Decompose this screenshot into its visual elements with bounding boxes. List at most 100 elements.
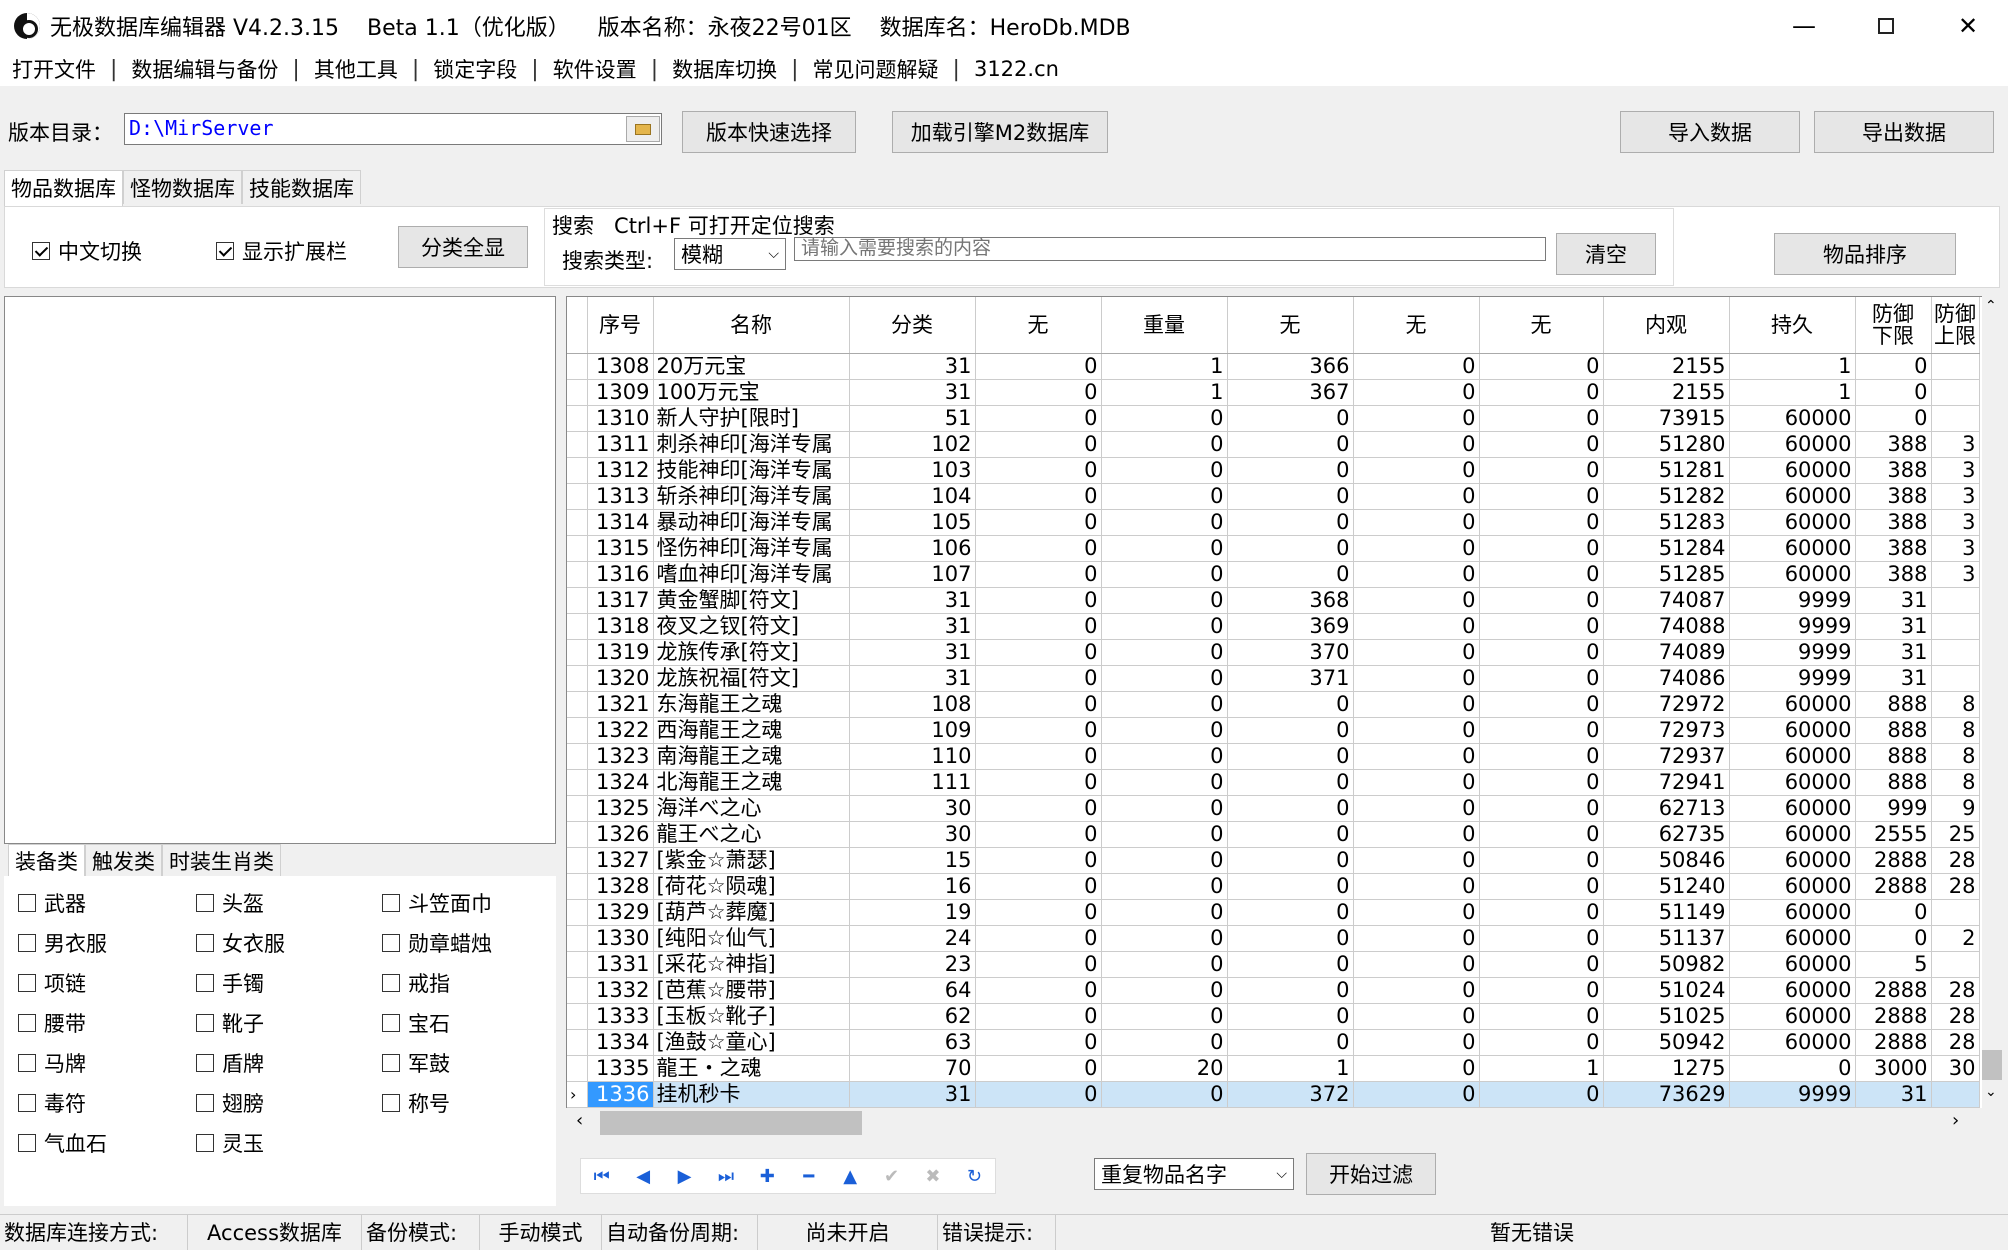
table-cell[interactable]: 0 <box>975 613 1102 640</box>
table-cell[interactable]: [紫金☆萧瑟] <box>653 847 850 874</box>
table-cell[interactable]: 0 <box>1479 457 1604 484</box>
table-cell[interactable]: 0 <box>1479 1029 1604 1056</box>
table-cell[interactable]: 0 <box>1353 899 1480 926</box>
table-cell[interactable]: 51282 <box>1603 483 1730 510</box>
table-cell[interactable]: 0 <box>1227 743 1354 770</box>
table-cell[interactable] <box>1931 899 1980 926</box>
table-cell[interactable]: 0 <box>975 353 1102 380</box>
table-cell[interactable]: 72973 <box>1603 717 1730 744</box>
table-cell[interactable]: 0 <box>975 795 1102 822</box>
table-cell[interactable]: 51281 <box>1603 457 1730 484</box>
table-cell[interactable]: 0 <box>1101 977 1228 1004</box>
category-checkbox[interactable]: 军鼓 <box>382 1048 450 1078</box>
column-header[interactable]: 序号 <box>587 297 654 354</box>
table-cell[interactable]: 3 <box>1931 457 1980 484</box>
table-cell[interactable]: 60000 <box>1729 535 1856 562</box>
category-checkbox[interactable]: 男衣服 <box>18 928 107 958</box>
table-cell[interactable]: 刺杀神印[海洋专属 <box>653 431 850 458</box>
table-cell[interactable]: 63 <box>849 1029 976 1056</box>
table-cell[interactable]: 60000 <box>1729 1029 1856 1056</box>
table-cell[interactable]: 0 <box>1855 405 1932 432</box>
table-row[interactable]: 1322 西海龍王之魂 109 0 0 0 0 0 72973 60000 888 8 <box>567 717 1980 744</box>
grid-vertical-scrollbar[interactable]: ⌃ ⌄ <box>1982 296 2002 1108</box>
category-checkbox[interactable]: 盾牌 <box>196 1048 264 1078</box>
table-cell[interactable]: 0 <box>1101 873 1228 900</box>
table-cell[interactable]: 51284 <box>1603 535 1730 562</box>
table-cell[interactable]: 0 <box>1479 665 1604 692</box>
table-cell[interactable]: 0 <box>975 1029 1102 1056</box>
table-cell[interactable]: 51 <box>849 405 976 432</box>
menu-website-link[interactable]: 3122.cn <box>970 57 1063 81</box>
table-cell[interactable]: 51285 <box>1603 561 1730 588</box>
category-checkbox[interactable]: 灵玉 <box>196 1128 264 1158</box>
table-cell[interactable]: 0 <box>1353 951 1480 978</box>
table-cell[interactable]: 51240 <box>1603 873 1730 900</box>
column-header[interactable]: 内观 <box>1603 297 1730 354</box>
column-header[interactable]: 无 <box>1353 297 1480 354</box>
table-cell[interactable]: 8 <box>1931 691 1980 718</box>
table-cell[interactable]: 0 <box>1101 405 1228 432</box>
table-cell[interactable]: 0 <box>1227 405 1354 432</box>
table-cell[interactable]: 60000 <box>1729 977 1856 1004</box>
table-cell[interactable]: 888 <box>1855 691 1932 718</box>
table-cell[interactable]: 106 <box>849 535 976 562</box>
panel-splitter[interactable] <box>556 296 564 1206</box>
table-cell[interactable]: 3 <box>1931 483 1980 510</box>
table-cell[interactable]: 60000 <box>1729 743 1856 770</box>
column-header[interactable]: 名称 <box>653 297 850 354</box>
table-cell[interactable]: 西海龍王之魂 <box>653 717 850 744</box>
table-cell[interactable]: 50982 <box>1603 951 1730 978</box>
table-cell[interactable]: 1330 <box>587 925 654 952</box>
table-cell[interactable]: 31 <box>849 665 976 692</box>
table-cell[interactable]: 31 <box>1855 587 1932 614</box>
menu-settings[interactable]: 软件设置 <box>549 54 641 84</box>
table-cell[interactable]: 0 <box>1855 925 1932 952</box>
table-cell[interactable]: 1316 <box>587 561 654 588</box>
column-header[interactable]: 重量 <box>1101 297 1228 354</box>
scroll-right-icon[interactable]: › <box>1952 1110 1959 1131</box>
table-cell[interactable]: 0 <box>1729 1055 1856 1082</box>
tab-trigger[interactable]: 触发类 <box>85 844 162 876</box>
table-cell[interactable]: 0 <box>1479 613 1604 640</box>
table-cell[interactable]: 2155 <box>1603 379 1730 406</box>
table-cell[interactable]: 0 <box>1101 821 1228 848</box>
table-cell[interactable]: 0 <box>975 977 1102 1004</box>
edit-record-icon[interactable]: ▲ <box>829 1159 870 1193</box>
table-cell[interactable]: 0 <box>1353 769 1480 796</box>
table-cell[interactable] <box>1931 613 1980 640</box>
table-cell[interactable]: 72937 <box>1603 743 1730 770</box>
sort-items-button[interactable]: 物品排序 <box>1774 233 1956 275</box>
table-cell[interactable]: 技能神印[海洋专属 <box>653 457 850 484</box>
table-cell[interactable]: 1313 <box>587 483 654 510</box>
table-row[interactable]: 1317 黄金蟹脚[符文] 31 0 0 368 0 0 74087 9999 31 <box>567 587 1980 614</box>
table-cell[interactable]: 0 <box>1101 951 1228 978</box>
table-cell[interactable]: 0 <box>975 405 1102 432</box>
table-cell[interactable] <box>1931 353 1980 380</box>
table-cell[interactable]: 0 <box>1227 769 1354 796</box>
table-cell[interactable]: 31 <box>1855 639 1932 666</box>
table-cell[interactable]: 0 <box>975 769 1102 796</box>
table-cell[interactable]: 388 <box>1855 509 1932 536</box>
table-cell[interactable]: 9999 <box>1729 613 1856 640</box>
table-cell[interactable]: 370 <box>1227 639 1354 666</box>
table-cell[interactable]: 74086 <box>1603 665 1730 692</box>
table-cell[interactable]: 0 <box>1101 535 1228 562</box>
close-button[interactable]: ✕ <box>1924 0 2008 52</box>
table-cell[interactable]: 108 <box>849 691 976 718</box>
table-cell[interactable]: 0 <box>1353 535 1480 562</box>
category-checkbox[interactable]: 马牌 <box>18 1048 86 1078</box>
version-dir-input[interactable]: D:\MirServer <box>124 113 662 145</box>
table-cell[interactable]: 0 <box>1101 717 1228 744</box>
table-cell[interactable]: 1336 <box>587 1081 654 1108</box>
maximize-button[interactable] <box>1842 0 1930 52</box>
table-cell[interactable]: 3 <box>1931 509 1980 536</box>
table-cell[interactable]: 1309 <box>587 379 654 406</box>
table-cell[interactable]: 0 <box>1353 691 1480 718</box>
table-cell[interactable]: 龍王・之魂 <box>653 1055 850 1082</box>
table-cell[interactable]: 1325 <box>587 795 654 822</box>
table-cell[interactable]: 0 <box>1353 821 1480 848</box>
table-row[interactable]: 1332 [芭蕉☆腰带] 64 0 0 0 0 0 51024 60000 2888 28 <box>567 977 1980 1004</box>
search-type-select[interactable]: 模糊 ⌵ <box>674 238 786 270</box>
table-cell[interactable]: 1323 <box>587 743 654 770</box>
table-cell[interactable]: 60000 <box>1729 561 1856 588</box>
